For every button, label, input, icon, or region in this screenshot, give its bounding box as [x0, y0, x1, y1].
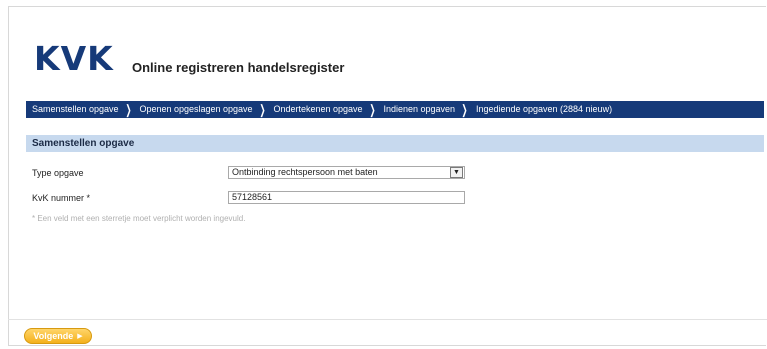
next-button[interactable]: Volgende ▶ — [24, 328, 92, 344]
nav-item-ondertekenen[interactable]: Ondertekenen opgave — [267, 101, 366, 118]
nav-item-indienen[interactable]: Indienen opgaven — [377, 101, 459, 118]
arrow-right-icon: ▶ — [77, 333, 83, 340]
kvk-logo: KVK — [34, 39, 114, 78]
required-field-note: * Een veld met een sterretje moet verpli… — [32, 214, 246, 223]
type-opgave-label: Type opgave — [32, 168, 84, 178]
kvk-nummer-input[interactable]: 57128561 — [228, 191, 465, 204]
next-button-label: Volgende — [33, 331, 74, 341]
app-title: Online registreren handelsregister — [132, 60, 345, 75]
footer-divider — [8, 319, 767, 320]
chevron-right-icon: ❯ — [369, 102, 376, 117]
nav-item-openen[interactable]: Openen opgeslagen opgave — [133, 101, 256, 118]
chevron-right-icon: ❯ — [461, 102, 468, 117]
breadcrumb-nav: Samenstellen opgave ❯ Openen opgeslagen … — [26, 101, 764, 118]
type-opgave-select[interactable]: Ontbinding rechtspersoon met baten ▼ — [228, 166, 465, 179]
kvk-nummer-label: KvK nummer * — [32, 193, 91, 203]
chevron-right-icon: ❯ — [125, 102, 132, 117]
chevron-down-icon[interactable]: ▼ — [450, 167, 463, 178]
section-title: Samenstellen opgave — [26, 135, 764, 152]
type-opgave-value: Ontbinding rechtspersoon met baten — [232, 167, 378, 177]
nav-item-ingediende[interactable]: Ingediende opgaven (2884 nieuw) — [470, 101, 616, 118]
chevron-right-icon: ❯ — [259, 102, 266, 117]
nav-item-samenstellen[interactable]: Samenstellen opgave — [26, 101, 123, 118]
